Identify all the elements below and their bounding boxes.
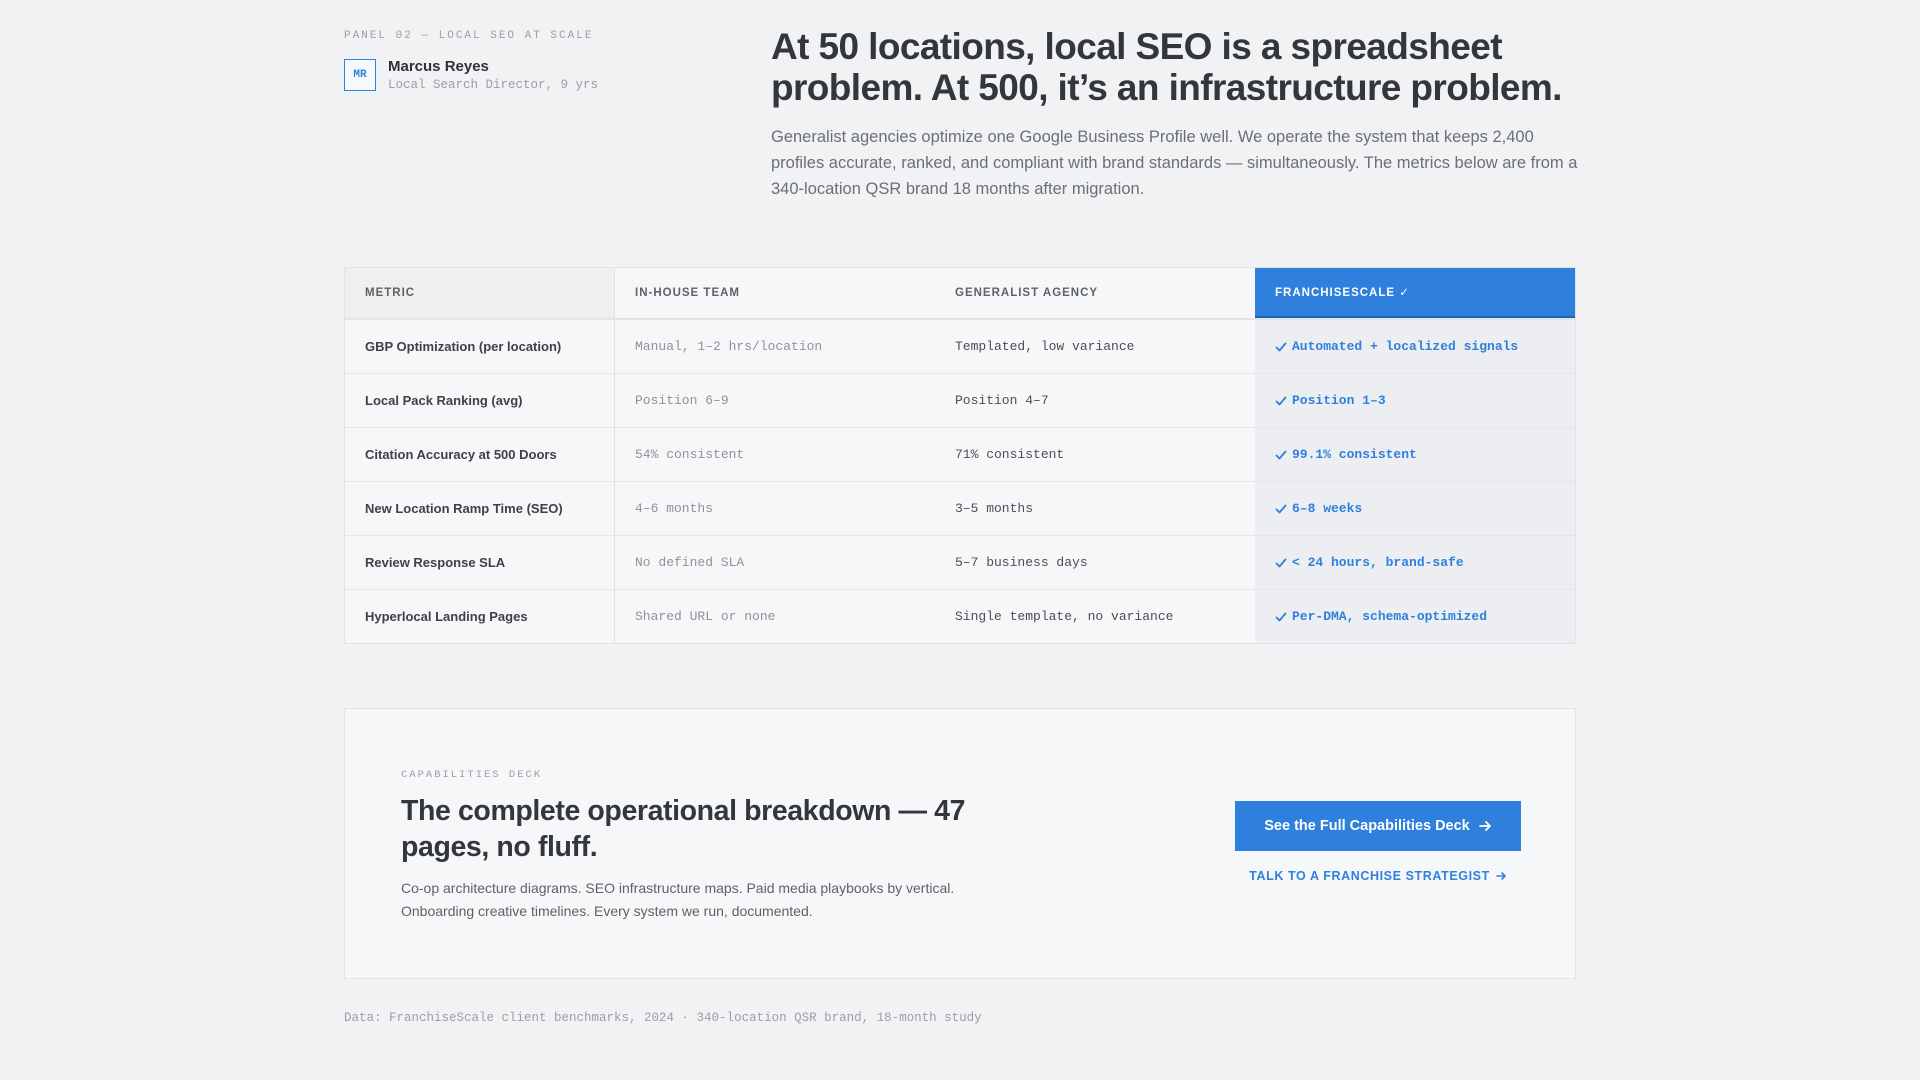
franchisescale-value: < 24 hours, brand-safe [1292,555,1464,570]
inhouse-cell: Manual, 1–2 hrs/location [635,339,823,354]
agency-cell: 3–5 months [955,501,1034,516]
checkmark-icon [1275,450,1287,459]
checkmark-icon [1275,612,1287,621]
agency-cell: Single template, no variance [955,609,1174,624]
table-row: Hyperlocal Landing Pages Shared URL or no… [345,589,1575,643]
author-block: MR Marcus Reyes Local Search Director, 9… [344,58,598,92]
table-row: GBP Optimization (per location) Manual, 1… [345,319,1575,373]
table-row: New Location Ramp Time (SEO) 4–6 months 3–… [345,481,1575,535]
franchisescale-value: Automated + localized signals [1292,339,1519,354]
table-row: Review Response SLA No defined SLA 5–7 bus… [345,535,1575,589]
author-role: Local Search Director, 9 yrs [388,78,599,92]
arrow-right-icon [1478,821,1491,831]
franchisescale-cell: 6–8 weeks [1255,482,1575,535]
franchisescale-value: 6–8 weeks [1292,501,1363,516]
franchisescale-cell: Position 1–3 [1255,374,1575,427]
data-footnote: Data: FranchiseScale client benchmarks, … [344,1011,982,1025]
page-title: At 50 locations, local SEO is a spreadsh… [771,26,1562,108]
franchisescale-value: 99.1% consistent [1292,447,1417,462]
inhouse-cell: Shared URL or none [635,609,776,624]
inhouse-cell: 4–6 months [635,501,714,516]
agency-cell: 71% consistent [955,447,1065,462]
checkmark-icon [1275,504,1287,513]
talk-to-strategist-label: TALK TO A FRANCHISE STRATEGIST [1249,869,1490,883]
capabilities-panel: CAPABILITIES DECK The complete operation… [344,708,1576,979]
franchisescale-cell: < 24 hours, brand-safe [1255,536,1575,589]
inhouse-cell: Position 6–9 [635,393,729,408]
header-section: PANEL 02 — LOCAL SEO AT SCALE MR Marcus … [344,0,1578,268]
arrow-right-icon [1496,872,1506,880]
talk-to-strategist-link[interactable]: TALK TO A FRANCHISE STRATEGIST [1235,869,1521,883]
header-agency: GENERALIST AGENCY [955,287,1099,299]
header-franchisescale: FRANCHISESCALE ✓ [1255,268,1575,318]
header-metric: METRIC [345,268,615,318]
inhouse-cell: 54% consistent [635,447,745,462]
agency-cell: 5–7 business days [955,555,1088,570]
metric-cell: Citation Accuracy at 500 Doors [345,428,615,481]
panel-label: PANEL 02 — LOCAL SEO AT SCALE [344,30,594,42]
page-container: PANEL 02 — LOCAL SEO AT SCALE MR Marcus … [344,0,1578,1025]
table-body: GBP Optimization (per location) Manual, 1… [345,319,1575,643]
franchisescale-value: Position 1–3 [1292,393,1386,408]
author-name: Marcus Reyes [388,58,489,75]
metric-cell: Review Response SLA [345,536,615,589]
table-row: Citation Accuracy at 500 Doors 54% consis… [345,427,1575,481]
metric-cell: Hyperlocal Landing Pages [345,590,615,643]
inhouse-cell: No defined SLA [635,555,745,570]
franchisescale-cell: Per-DMA, schema-optimized [1255,590,1575,643]
checkmark-icon [1275,396,1287,405]
metric-cell: GBP Optimization (per location) [345,320,615,373]
franchisescale-cell: 99.1% consistent [1255,428,1575,481]
cta-label: CAPABILITIES DECK [401,769,543,781]
table-header-row: METRIC IN-HOUSE TEAM GENERALIST AGENCY F… [345,268,1575,319]
capabilities-deck-button[interactable]: See the Full Capabilities Deck [1235,801,1521,851]
agency-cell: Templated, low variance [955,339,1135,354]
cta-title: The complete operational breakdown — 47 … [401,795,966,863]
comparison-table: METRIC IN-HOUSE TEAM GENERALIST AGENCY F… [344,267,1576,644]
cta-description: Co-op architecture diagrams. SEO infrast… [401,880,955,919]
checkmark-icon [1275,342,1287,351]
table-row: Local Pack Ranking (avg) Position 6–9 Posi… [345,373,1575,427]
agency-cell: Position 4–7 [955,393,1049,408]
franchisescale-value: Per-DMA, schema-optimized [1292,609,1488,624]
header-inhouse: IN-HOUSE TEAM [635,287,740,299]
franchisescale-cell: Automated + localized signals [1255,320,1575,373]
metric-cell: New Location Ramp Time (SEO) [345,482,615,535]
checkmark-icon [1275,558,1287,567]
intro-paragraph: Generalist agencies optimize one Google … [771,128,1578,198]
capabilities-deck-button-label: See the Full Capabilities Deck [1264,818,1470,834]
avatar: MR [344,59,376,91]
metric-cell: Local Pack Ranking (avg) [345,374,615,427]
